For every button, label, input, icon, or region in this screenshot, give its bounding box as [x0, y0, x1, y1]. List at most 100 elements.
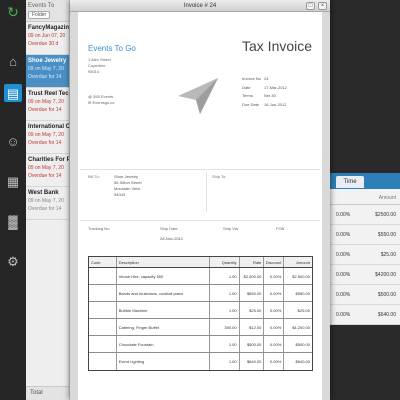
table-row: Bubble Machine 1.00 $25.00 0.00% $25.00 [89, 302, 312, 319]
item-description: Chocolate Fountain [117, 336, 210, 352]
table-row: Venue Hire, capacity 500 1.00 $2,500.00 … [89, 268, 312, 285]
item-code [89, 302, 117, 318]
item-code [89, 336, 117, 352]
item-quantity: 350.00 [210, 319, 240, 335]
item-description: Venue Hire, capacity 500 [117, 268, 210, 284]
table-row[interactable]: 0.00% $550.00 [330, 225, 400, 245]
table-row[interactable]: 0.00% $640.00 [330, 305, 400, 325]
item-amount: $4,200.00 [292, 324, 310, 330]
list-item[interactable]: West Bank 09 on May 7, 20 Overdue for 14 [26, 187, 69, 220]
reports-icon[interactable]: ▓ [4, 212, 22, 230]
home-icon[interactable]: ⌂ [4, 52, 22, 70]
column-header-amount: Amount [296, 259, 310, 265]
fob-label: FOB [276, 226, 285, 231]
meta-row: Terms Net 30 [242, 93, 320, 102]
background-amount: $4200.00 [375, 272, 396, 278]
item-code [89, 353, 117, 370]
paper-plane-logo-icon [178, 78, 218, 114]
item-description: Bands and musicians, cocktail piano [117, 285, 210, 301]
table-row[interactable]: 0.00% $500.00 [330, 285, 400, 305]
window-titlebar[interactable]: Invoice # 24 □ × [70, 0, 330, 12]
item-discount: 0.00% [264, 268, 285, 284]
invoice-document: Events To Go 1 Alex Street Cupertino 950… [78, 12, 322, 400]
invoices-icon[interactable]: ▤ [4, 84, 22, 102]
table-row: Event Lighting 1.00 $640.00 0.00% $640.0… [89, 353, 312, 370]
item-rate: $2,500.00 [240, 268, 265, 284]
list-item-name: FancyMagazine [28, 25, 69, 31]
item-amount: $25.00 [297, 307, 310, 313]
print-icon[interactable]: □ [306, 2, 315, 10]
list-item[interactable]: Trust Reel Tech 09 on May 7, 20 Overdue … [26, 88, 69, 121]
table-row[interactable]: 0.00% $2500.00 [330, 205, 400, 225]
background-amount: $640.00 [377, 312, 396, 318]
item-description: Catering, Finger Buffet [117, 319, 210, 335]
list-item-name: International Co [28, 124, 69, 130]
list-item-date: 09 on May 7, 20 [28, 165, 64, 171]
list-item[interactable]: Charities For Pr 09 on May 7, 20 Overdue… [26, 154, 69, 187]
list-item-name: Trust Reel Tech [28, 91, 69, 97]
table-row: Bands and musicians, cocktail piano 1.00… [89, 285, 312, 302]
meta-label: Due Date [242, 101, 259, 107]
divider [80, 169, 320, 170]
close-icon[interactable]: × [318, 2, 327, 10]
table-row[interactable]: 0.00% $25.00 [330, 245, 400, 265]
item-rate: $12.00 [240, 319, 265, 335]
list-item-name: Charities For Pr [28, 157, 69, 163]
invoice-window: Invoice # 24 □ × Events To Go 1 Alex Str… [70, 0, 330, 400]
column-header-quantity: Quantity [210, 257, 240, 267]
item-amount: $550.00 [295, 290, 310, 296]
background-amount: $500.00 [377, 292, 396, 298]
bill-to-line: 94043 [114, 192, 126, 197]
tab-time[interactable]: Time [336, 176, 364, 188]
ship-date-value: 28-Nov-2012 [160, 236, 184, 241]
meta-label: Invoice No [242, 76, 261, 81]
item-discount: 0.00% [264, 336, 285, 352]
column-header-discount: Discount [264, 257, 285, 267]
app-logo-icon[interactable]: ↻ [4, 3, 22, 21]
list-item[interactable]: Shoe Jewelry 09 on May 7, 20 Overdue for… [26, 55, 69, 88]
item-amount: $640.00 [295, 359, 310, 364]
document-title: Tax Invoice [242, 38, 313, 54]
list-item[interactable]: FancyMagazine 09 on Jun 07, 20 Overdue 3… [26, 22, 69, 55]
clients-icon[interactable]: ☺ [4, 132, 22, 150]
list-item-status: Overdue 30 d [28, 41, 59, 47]
bill-to-label: Bill To: [88, 174, 100, 179]
item-code [89, 319, 117, 335]
cart-icon[interactable]: ▦ [4, 172, 22, 190]
item-rate: $25.00 [240, 302, 265, 318]
meta-row: Invoice No 24 [242, 76, 320, 85]
item-amount: $500.00 [295, 341, 310, 347]
column-header-rate: Rate [240, 257, 265, 267]
folder-filter-button[interactable]: Folder [28, 11, 51, 19]
ship-to-label: Ship To: [212, 174, 227, 179]
background-amount-header: Amount [378, 195, 396, 201]
ship-via-label: Ship Via [223, 226, 238, 231]
column-header-description: Description [117, 257, 210, 267]
list-item[interactable]: International Co 09 on May 7, 20 Overdue… [26, 121, 69, 154]
meta-value: 17-Mar-2012 [264, 84, 287, 90]
list-item-date: 09 on May 7, 20 [28, 66, 64, 72]
tracking-number-label: Tracking No [88, 226, 110, 231]
settings-icon[interactable]: ⚙ [4, 252, 22, 270]
background-discount: 0.00% [336, 212, 351, 218]
column-header-code: Code [89, 257, 117, 267]
item-quantity: 1.00 [210, 353, 240, 370]
table-row: Chocolate Fountain 1.00 $500.00 0.00% $5… [89, 336, 312, 353]
list-item-status: Overdue for 14 [28, 206, 62, 212]
meta-label: Date [242, 84, 251, 90]
company-address: 1 Alex Street Cupertino 95014 [88, 57, 111, 75]
item-discount: 0.00% [264, 319, 285, 335]
meta-value: 16-Jun-2012 [264, 101, 287, 107]
invoice-list-title: Events To [28, 3, 55, 9]
company-contact: @ 555 Events ✉ Eventsgo.co [88, 94, 114, 106]
background-table: Time Amount 0.00% $2500.00 0.00% $550.00 0… [330, 173, 400, 325]
divider [80, 220, 320, 221]
item-quantity: 1.00 [210, 268, 240, 284]
background-discount: 0.00% [336, 252, 351, 258]
list-item-date: 09 on May 7, 20 [28, 132, 64, 138]
background-panel: Time Amount 0.00% $2500.00 0.00% $550.00 0… [330, 0, 400, 400]
list-item-status: Overdue for 14 [28, 140, 62, 146]
meta-label: Terms [242, 93, 253, 98]
list-item-status: Overdue for 14 [28, 107, 62, 113]
table-row[interactable]: 0.00% $4200.00 [330, 265, 400, 285]
